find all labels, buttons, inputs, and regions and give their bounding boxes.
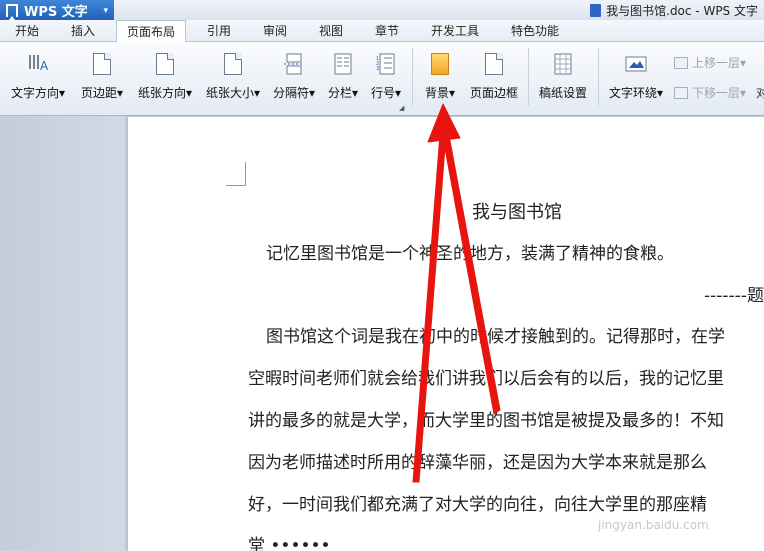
- margin-corner-mark: [226, 162, 246, 186]
- chevron-down-icon: ▾: [351, 86, 359, 100]
- paragraph-line: 空暇时间老师们就会给我们讲我们以后会有的以后，我的记忆里: [248, 369, 724, 389]
- breaks-button[interactable]: 分隔符▾: [268, 48, 320, 108]
- page-margins-icon: [89, 50, 115, 78]
- page-border-button[interactable]: 页面边框: [466, 48, 522, 108]
- text-direction-icon: A: [25, 50, 51, 78]
- background-button[interactable]: 背景▾: [418, 48, 462, 108]
- tab-home[interactable]: 开始: [4, 20, 50, 42]
- background-color-icon: [427, 50, 453, 78]
- page-gutter: [0, 117, 128, 551]
- window-title-text: 我与图书馆.doc - WPS 文字: [606, 4, 758, 18]
- ribbon-separator: [412, 48, 413, 106]
- paragraph-line: 好，一时间我们都充满了对大学的向往，向往大学里的那座精: [248, 495, 707, 515]
- chevron-down-icon: ▾: [394, 86, 402, 100]
- orientation-label: 纸张方向: [137, 86, 186, 100]
- watermark-text: jingyan.baidu.com: [598, 518, 709, 532]
- wps-logo-icon: [6, 3, 18, 20]
- page-border-label: 页面边框: [469, 86, 518, 100]
- text-direction-label: 文字方向: [10, 86, 59, 100]
- chevron-down-icon: ▾: [448, 86, 456, 100]
- tab-sections[interactable]: 章节: [364, 20, 410, 42]
- page-border-icon: [481, 50, 507, 78]
- line-numbers-label: 行号: [370, 86, 395, 100]
- manuscript-label: 稿纸设置: [538, 86, 587, 100]
- svg-text:A: A: [40, 59, 49, 73]
- manuscript-grid-icon: [550, 50, 576, 78]
- background-label: 背景: [424, 86, 449, 100]
- chevron-down-icon: ▾: [58, 86, 66, 100]
- window-title: 我与图书馆.doc - WPS 文字: [590, 2, 758, 19]
- columns-label: 分栏: [327, 86, 352, 100]
- ribbon-separator: [598, 48, 599, 106]
- paragraph-line: 因为老师描述时所用的辞藻华丽，还是因为大学本来就是那么: [248, 453, 707, 473]
- chevron-down-icon: ▾: [656, 86, 664, 100]
- epigraph-signature: -------题: [704, 286, 764, 306]
- align-button-truncated[interactable]: 对: [756, 84, 764, 101]
- orientation-button[interactable]: 纸张方向▾: [132, 48, 198, 108]
- send-backward-button[interactable]: 下移一层 ▾: [674, 84, 746, 101]
- tab-review[interactable]: 审阅: [252, 20, 298, 42]
- svg-text:3: 3: [376, 66, 379, 72]
- dialog-launcher-icon[interactable]: ◢: [399, 104, 404, 112]
- manuscript-button[interactable]: 稿纸设置: [534, 48, 592, 108]
- send-backward-icon: [674, 86, 688, 99]
- line-numbers-icon: 123: [373, 50, 399, 78]
- document-icon: [590, 4, 602, 17]
- chevron-down-icon: ▾: [253, 86, 261, 100]
- paragraph-line: 图书馆这个词是我在初中的时候才接触到的。记得那时，在学: [266, 327, 725, 347]
- tab-features[interactable]: 特色功能: [500, 20, 570, 42]
- columns-button[interactable]: 分栏▾: [324, 48, 362, 108]
- breaks-label: 分隔符: [272, 86, 309, 100]
- chevron-down-icon: ▾: [740, 85, 747, 100]
- paragraph-line: 堂 ••••••: [248, 536, 331, 551]
- ribbon: A 文字方向▾ 页边距▾ 纸张方向▾ 纸张大小▾ 分隔符▾ 分栏▾ 123 行号…: [0, 42, 764, 116]
- bring-forward-button[interactable]: 上移一层 ▾: [674, 54, 746, 71]
- tab-insert[interactable]: 插入: [60, 20, 106, 42]
- chevron-down-icon: ▾: [103, 6, 108, 16]
- tab-page-layout[interactable]: 页面布局: [116, 20, 186, 43]
- bring-forward-label: 上移一层: [692, 56, 741, 70]
- paragraph-line: 讲的最多的就是大学，而大学里的图书馆是被提及最多的！不知: [248, 411, 724, 431]
- text-wrap-icon: [623, 50, 649, 78]
- tab-references[interactable]: 引用: [196, 20, 242, 42]
- menu-bar: 开始 插入 页面布局 引用 审阅 视图 章节 开发工具 特色功能: [0, 20, 764, 43]
- epigraph: 记忆里图书馆是一个神圣的地方，装满了精神的食粮。: [266, 244, 674, 264]
- paper-size-icon: [220, 50, 246, 78]
- columns-icon: [330, 50, 356, 78]
- page-break-icon: [281, 50, 307, 78]
- page-orientation-icon: [152, 50, 178, 78]
- chevron-down-icon: ▾: [185, 86, 193, 100]
- line-numbers-button[interactable]: 123 行号▾: [366, 48, 406, 108]
- tab-view[interactable]: 视图: [308, 20, 354, 42]
- text-direction-button[interactable]: A 文字方向▾: [6, 48, 70, 108]
- margins-label: 页边距: [80, 86, 117, 100]
- app-menu-button[interactable]: WPS 文字 ▾: [0, 0, 114, 20]
- text-wrap-button[interactable]: 文字环绕▾: [604, 48, 668, 108]
- paper-size-label: 纸张大小: [205, 86, 254, 100]
- ribbon-separator: [528, 48, 529, 106]
- margins-button[interactable]: 页边距▾: [74, 48, 130, 108]
- send-backward-label: 下移一层: [692, 86, 741, 100]
- chevron-down-icon: ▾: [116, 86, 124, 100]
- chevron-down-icon: ▾: [308, 86, 316, 100]
- chevron-down-icon: ▾: [740, 55, 747, 70]
- title-bar: WPS 文字 ▾ 我与图书馆.doc - WPS 文字: [0, 0, 764, 20]
- paper-size-button[interactable]: 纸张大小▾: [200, 48, 266, 108]
- bring-forward-icon: [674, 56, 688, 69]
- tab-developer[interactable]: 开发工具: [420, 20, 490, 42]
- document-title: 我与图书馆: [472, 202, 562, 223]
- text-wrap-label: 文字环绕: [608, 86, 657, 100]
- app-name: WPS 文字: [24, 4, 88, 20]
